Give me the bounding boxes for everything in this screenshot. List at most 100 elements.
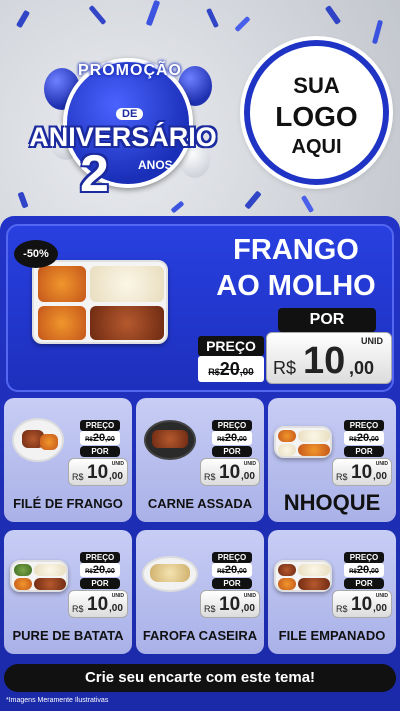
price-cents: ,00 [241,471,255,482]
preco-label: PREÇO [212,420,252,431]
hero-old-cents: ,00 [239,367,254,378]
hero-name-line2: AO MOLHO [216,270,376,302]
hero-price-value: 10 [303,340,346,382]
logo-line1: SUA [293,73,340,98]
logo-placeholder: SUA LOGO AQUI [244,40,389,185]
promo-anos: ANOS [138,158,173,172]
new-price: UNID R$ 10,00 [200,458,260,486]
old-value: 20 [224,432,238,444]
por-label: POR [344,446,384,457]
promo-title: PROMOÇÃO [78,62,182,79]
price-cents: ,00 [109,603,123,614]
discount-badge: -50% [14,240,58,268]
hero-food-tray-image [32,260,168,344]
old-price: R$20,00 [212,431,252,445]
confetti-decoration [371,19,384,45]
old-currency: R$ [85,437,93,443]
promo-main-title: ANIVERSÁRIO [29,122,217,152]
product-card[interactable]: PREÇO R$20,00 POR UNID R$ 10,00 FAROFA CASEIRA [136,530,264,654]
hero-new-price: UNID R$ 10 ,00 [266,332,392,384]
old-value: 20 [92,564,106,576]
old-cents: ,00 [237,436,247,443]
old-price: R$20,00 [212,563,252,577]
confetti-decoration [17,191,29,209]
product-card[interactable]: PREÇO R$20,00 POR UNID R$ 10,00 CARNE ASSADA [136,398,264,522]
food-tray-image [10,560,68,592]
confetti-decoration [244,190,262,210]
food-plate-image [144,420,196,460]
old-value: 20 [356,564,370,576]
price-cents: ,00 [109,471,123,482]
por-label: POR [80,446,120,457]
old-price: R$20,00 [80,563,120,577]
price-value: 10 [87,462,109,483]
hero-old-price: R$20,00 [198,356,264,382]
food-tray-image [274,426,332,458]
preco-label: PREÇO [344,420,384,431]
confetti-decoration [324,5,342,25]
price-cents: ,00 [373,471,387,482]
old-cents: ,00 [369,436,379,443]
new-price: UNID R$ 10,00 [200,590,260,618]
price-value: 10 [219,594,241,615]
currency: R$ [204,472,216,482]
product-name: FAROFA CASEIRA [142,628,258,643]
confetti-decoration [145,0,161,27]
old-currency: R$ [217,569,225,575]
preco-label: PREÇO [212,552,252,563]
hero-name-line1: FRANGO [233,234,359,266]
product-card[interactable]: PREÇO R$20,00 POR UNID R$ 10,00 NHOQUE [268,398,396,522]
por-label: POR [212,578,252,589]
por-label: POR [80,578,120,589]
old-price: R$20,00 [80,431,120,445]
product-name: FILE EMPANADO [278,628,386,643]
promo-number: 2 [80,145,109,203]
price-value: 10 [219,462,241,483]
currency: R$ [204,604,216,614]
old-currency: R$ [85,569,93,575]
old-price: R$20,00 [344,431,384,445]
preco-label: PREÇO [80,552,120,563]
confetti-decoration [88,4,107,26]
price-value: 10 [351,462,373,483]
product-name: CARNE ASSADA [147,496,253,511]
unid-label: UNID [375,461,388,467]
confetti-decoration [206,7,219,29]
logo-line3: AQUI [291,136,342,158]
product-name: NHOQUE [283,490,381,515]
price-value: 10 [87,594,109,615]
food-tray-image [274,560,332,592]
confetti-decoration [234,15,251,33]
anniversary-badge: PROMOÇÃO DE ANIVERSÁRIO 2 ANOS [8,38,238,200]
hero-price-cents: ,00 [349,358,375,378]
currency: R$ [72,604,84,614]
currency: R$ [336,472,348,482]
old-cents: ,00 [105,568,115,575]
cta-banner[interactable]: Crie seu encarte com este tema! [4,664,396,692]
new-price: UNID R$ 10,00 [68,590,128,618]
new-price: UNID R$ 10,00 [332,458,392,486]
old-value: 20 [92,432,106,444]
hero-preco-label: PREÇO [198,336,264,356]
old-currency: R$ [349,569,357,575]
new-price: UNID R$ 10,00 [68,458,128,486]
hero-old-value: 20 [219,359,240,379]
product-card[interactable]: PREÇO R$20,00 POR UNID R$ 10,00 FILÉ DE FRANGO [4,398,132,522]
confetti-decoration [170,200,185,214]
por-label: POR [212,446,252,457]
preco-label: PREÇO [344,552,384,563]
hero-product-name: FRANGO AO MOLHO [200,232,392,304]
old-cents: ,00 [237,568,247,575]
price-cents: ,00 [373,603,387,614]
price-cents: ,00 [241,603,255,614]
currency: R$ [72,472,84,482]
confetti-decoration [15,9,31,29]
product-card[interactable]: PREÇO R$20,00 POR UNID R$ 10,00 PURE DE BATATA [4,530,132,654]
confetti-decoration [300,194,315,214]
unid-label: UNID [111,593,124,599]
preco-label: PREÇO [80,420,120,431]
hero-old-currency: R$ [208,367,220,377]
product-card[interactable]: PREÇO R$20,00 POR UNID R$ 10,00 FILE EMPANADO [268,530,396,654]
old-cents: ,00 [369,568,379,575]
unid-label: UNID [375,593,388,599]
